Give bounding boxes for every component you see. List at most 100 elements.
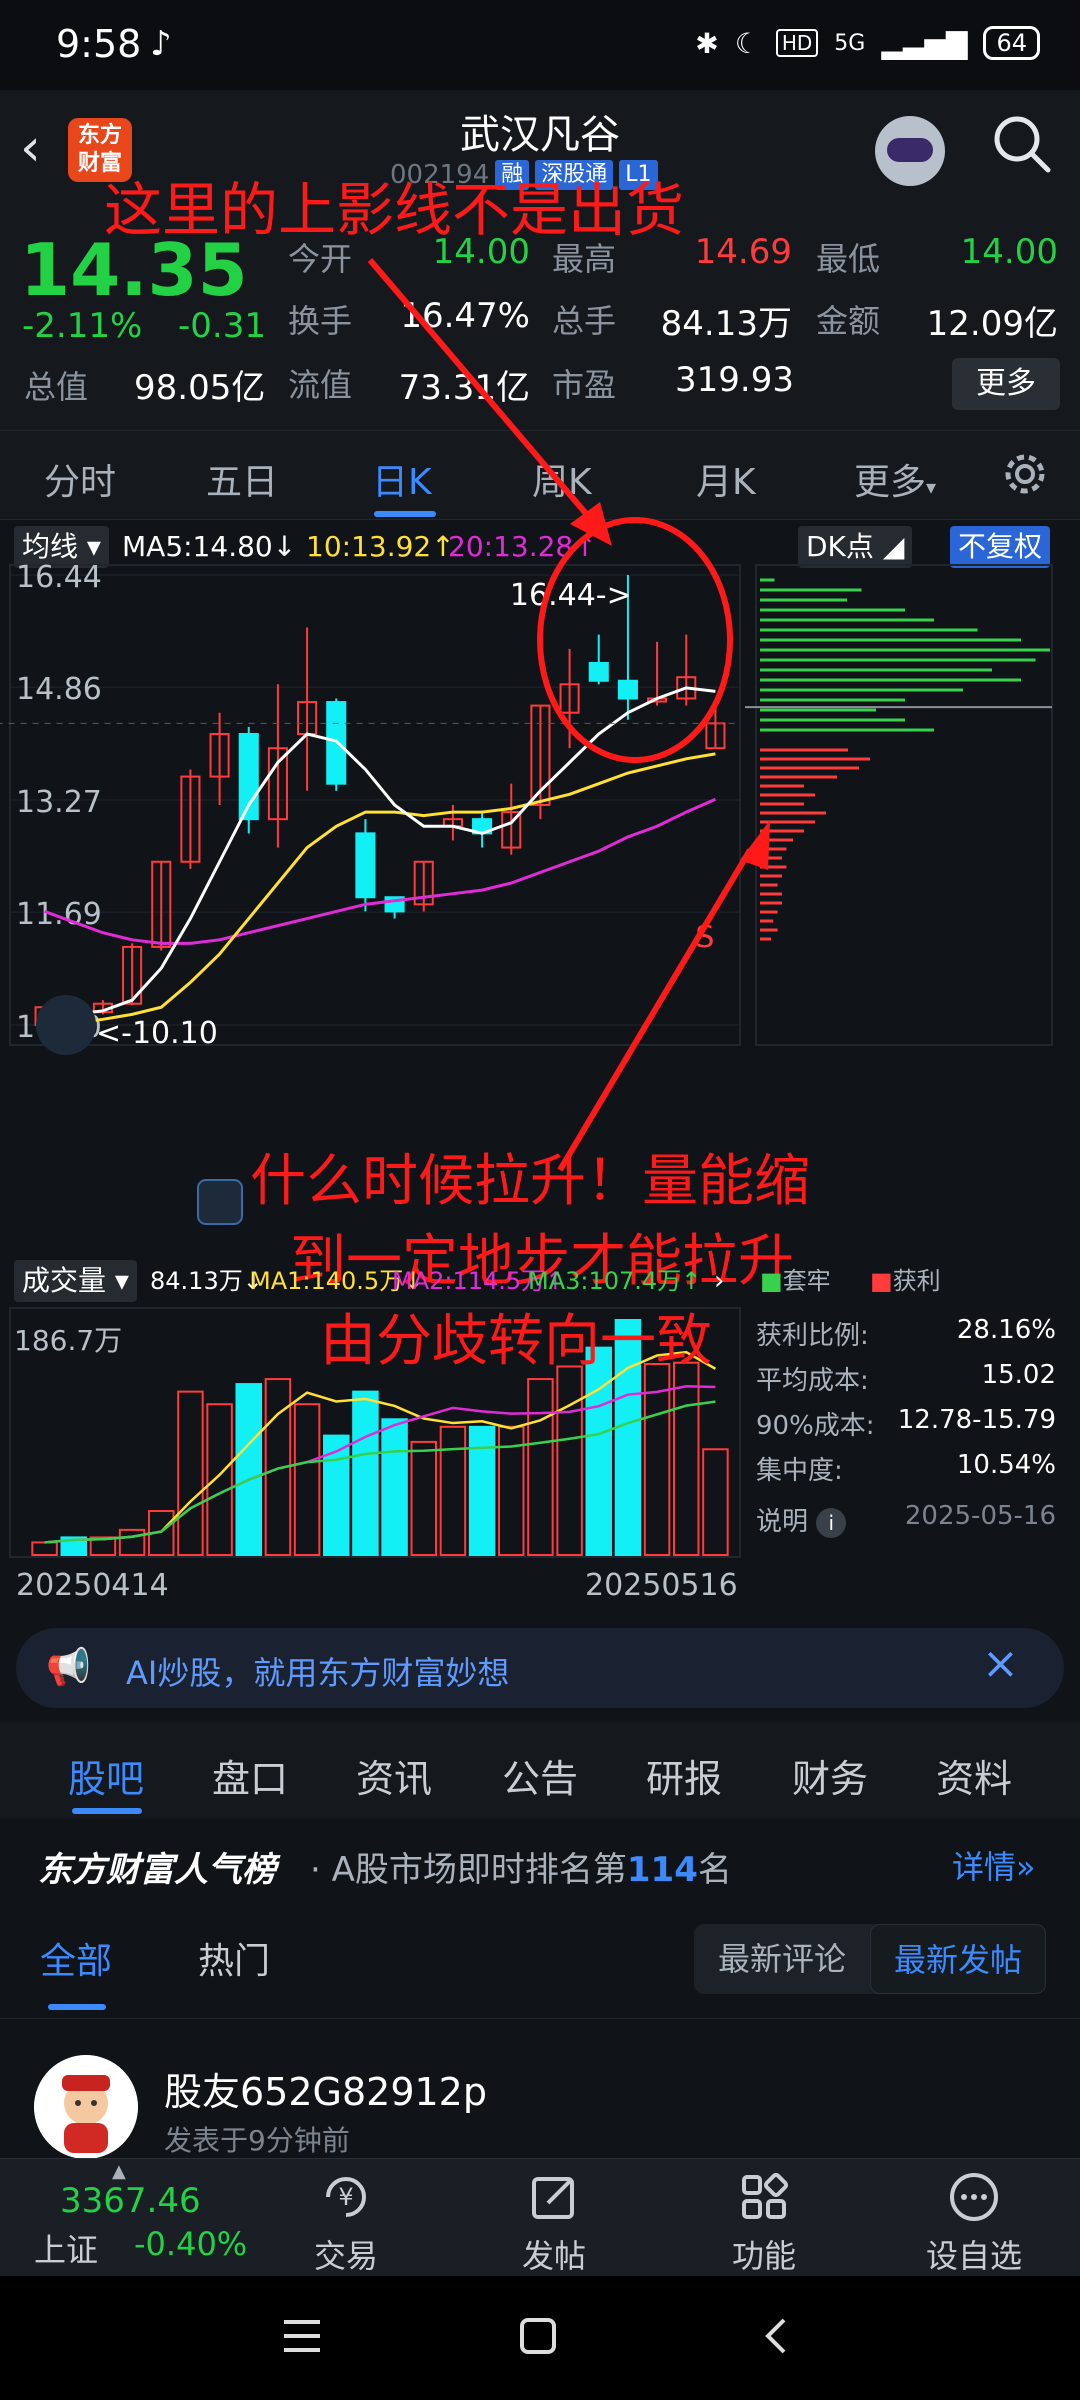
nav-trade[interactable]: ¥ 交易 <box>286 2169 406 2277</box>
volume-bar <box>702 1448 729 1557</box>
status-icons: ✱ ☾ HD 5G ▂▃▅▇ 64 <box>695 26 1040 60</box>
rank-detail-link[interactable]: 详情» <box>952 1842 1036 1888</box>
candle-body <box>588 662 609 682</box>
settings-icon[interactable] <box>1000 449 1050 508</box>
change-amount: -0.31 <box>178 306 266 346</box>
total-value: 98.05亿 <box>134 368 266 408</box>
tab-financials[interactable]: 财务 <box>792 1748 868 1803</box>
float-value-label: 流值 <box>288 366 353 404</box>
home-icon[interactable] <box>516 2314 560 2358</box>
rank-number: 114 <box>626 1850 698 1890</box>
nav-functions[interactable]: 功能 <box>704 2169 824 2277</box>
caret-down-icon: ▾ <box>926 475 937 499</box>
battery-icon: 64 <box>983 26 1040 60</box>
megaphone-icon: 📢 <box>46 1647 91 1688</box>
sort-latest-comment[interactable]: 最新评论 <box>694 1924 870 1994</box>
chart-area: 均线 ▾ MA5:14.80↓ 10:13.92↑ 20:13.28↑ DK点 … <box>0 176 1080 1630</box>
volume-value: 84.13万 <box>660 304 792 344</box>
signal-icon: ▂▃▅▇ <box>881 26 968 60</box>
caret-up-icon: ▲ <box>112 2161 126 2182</box>
profit-legend: ■获利 <box>862 1260 949 1302</box>
rank-text-post: 名 <box>697 1850 732 1890</box>
avatar[interactable] <box>34 2055 138 2159</box>
tab-hot[interactable]: 热门 <box>198 1932 270 1984</box>
vol-ma3: MA3:107.4万↑ <box>528 1267 702 1295</box>
low-value: 14.00 <box>960 232 1058 272</box>
annotation-bottom-line-1: 什么时候拉升！量能缩 <box>250 1149 810 1214</box>
info-icon: i <box>816 1508 847 1538</box>
sort-latest-post[interactable]: 最新发帖 <box>870 1924 1046 1994</box>
volume-bar <box>352 1390 379 1557</box>
tab-all[interactable]: 全部 <box>40 1932 112 1984</box>
period-tabs: 分时 五日 日K 周K 月K 更多▾ <box>0 430 1080 520</box>
ai-banner-text: AI炒股，就用东方财富妙想 <box>126 1654 510 1692</box>
status-time: 9:58 <box>56 22 142 66</box>
chip-info-button[interactable]: 说明 i <box>756 1501 847 1546</box>
more-button[interactable]: 更多 <box>952 358 1060 410</box>
volume-label: 总手 <box>552 302 617 340</box>
rank-text: · A股市场即时排名第114名 <box>310 1850 732 1890</box>
tab-daily-k[interactable]: 日K <box>372 453 432 505</box>
system-nav-bar <box>0 2276 1080 2400</box>
nav-trade-label: 交易 <box>313 2237 378 2275</box>
chip-stat-profit: 获利比例: 28.16% <box>756 1315 1056 1360</box>
robot-assistant-icon[interactable] <box>875 116 945 186</box>
volume-bar <box>556 1365 583 1556</box>
chart-next-icon[interactable]: › <box>706 1260 732 1302</box>
index-percent: -0.40% <box>134 2225 248 2263</box>
chip-stat-label: 集中度: <box>756 1456 843 1486</box>
tab-orderbook[interactable]: 盘口 <box>212 1748 288 1803</box>
nav-functions-label: 功能 <box>731 2237 796 2275</box>
volume-bar <box>118 1528 146 1557</box>
nav-watchlist[interactable]: 设自选 <box>914 2169 1034 2277</box>
bottom-nav: ▲ 3367.46 上证 -0.40% ¥ 交易 发帖 功能 设自选 <box>0 2158 1080 2276</box>
bluetooth-icon: ✱ <box>695 26 719 60</box>
tab-intraday[interactable]: 分时 <box>44 453 116 505</box>
popularity-rank-bar[interactable]: 东方财富人气榜 · A股市场即时排名第114名 详情» <box>0 1818 1080 1908</box>
search-icon[interactable] <box>990 112 1054 180</box>
volume-bar <box>527 1378 554 1556</box>
tab-forum[interactable]: 股吧 <box>68 1748 144 1803</box>
expand-chart-icon <box>197 1179 243 1225</box>
tab-more[interactable]: 更多▾ <box>854 453 936 505</box>
post-username[interactable]: 股友652G82912p <box>164 2061 487 2116</box>
tab-monthly-k[interactable]: 月K <box>696 453 756 505</box>
annotation-circle <box>537 517 733 763</box>
nav-watchlist-label: 设自选 <box>925 2237 1022 2275</box>
annotation-arrow-bottom <box>557 848 753 1172</box>
turnover-label: 换手 <box>288 302 353 340</box>
volume-selector[interactable]: 成交量 ▾ <box>14 1260 137 1302</box>
chip-stat-label: 平均成本: <box>756 1366 869 1396</box>
ma20-line <box>44 797 717 945</box>
y-tick-label: 16.44 <box>16 560 102 595</box>
tab-research[interactable]: 研报 <box>646 1748 722 1803</box>
y-tick-label: 13.27 <box>16 785 102 820</box>
rank-brand: 东方财富人气榜 <box>38 1850 276 1890</box>
chip-footer: 说明 i 2025-05-16 <box>756 1501 1056 1546</box>
annotation-top-text: 这里的上影线不是出货 <box>104 176 684 244</box>
tab-news[interactable]: 资讯 <box>356 1748 432 1803</box>
feed-tabs: 全部 热门 最新评论 最新发帖 <box>0 1908 1080 2018</box>
ai-banner[interactable]: 📢 AI炒股，就用东方财富妙想 × <box>16 1628 1064 1708</box>
volume-bar <box>293 1403 321 1557</box>
chip-stat-label: 获利比例: <box>756 1321 869 1351</box>
tab-five-day[interactable]: 五日 <box>206 453 278 505</box>
back-nav-icon[interactable] <box>756 2314 796 2358</box>
yen-refresh-icon: ¥ <box>326 2177 366 2217</box>
nav-post[interactable]: 发帖 <box>494 2169 614 2277</box>
close-icon[interactable]: × <box>982 1638 1019 1689</box>
index-value[interactable]: 3367.46 <box>60 2181 201 2221</box>
tab-profile[interactable]: 资料 <box>936 1748 1012 1803</box>
grid-icon <box>742 2172 789 2219</box>
tab-more-label: 更多 <box>854 462 927 503</box>
tab-announcements[interactable]: 公告 <box>502 1748 578 1803</box>
menu-icon[interactable] <box>280 2316 324 2356</box>
total-value-label: 总值 <box>24 368 89 406</box>
active-tab-indicator <box>374 511 436 517</box>
chip-stats: 获利比例: 28.16% 平均成本: 15.02 90%成本: 12.78-15.79… <box>756 1315 1056 1546</box>
post-item[interactable]: 股友652G82912p 发表于9分钟前 <box>0 2018 1080 2159</box>
volume-bar <box>235 1383 262 1556</box>
candle-body <box>355 832 376 899</box>
cost-legend-swatch-icon: ■ <box>760 1267 783 1295</box>
price-pane-frame <box>9 564 741 1046</box>
